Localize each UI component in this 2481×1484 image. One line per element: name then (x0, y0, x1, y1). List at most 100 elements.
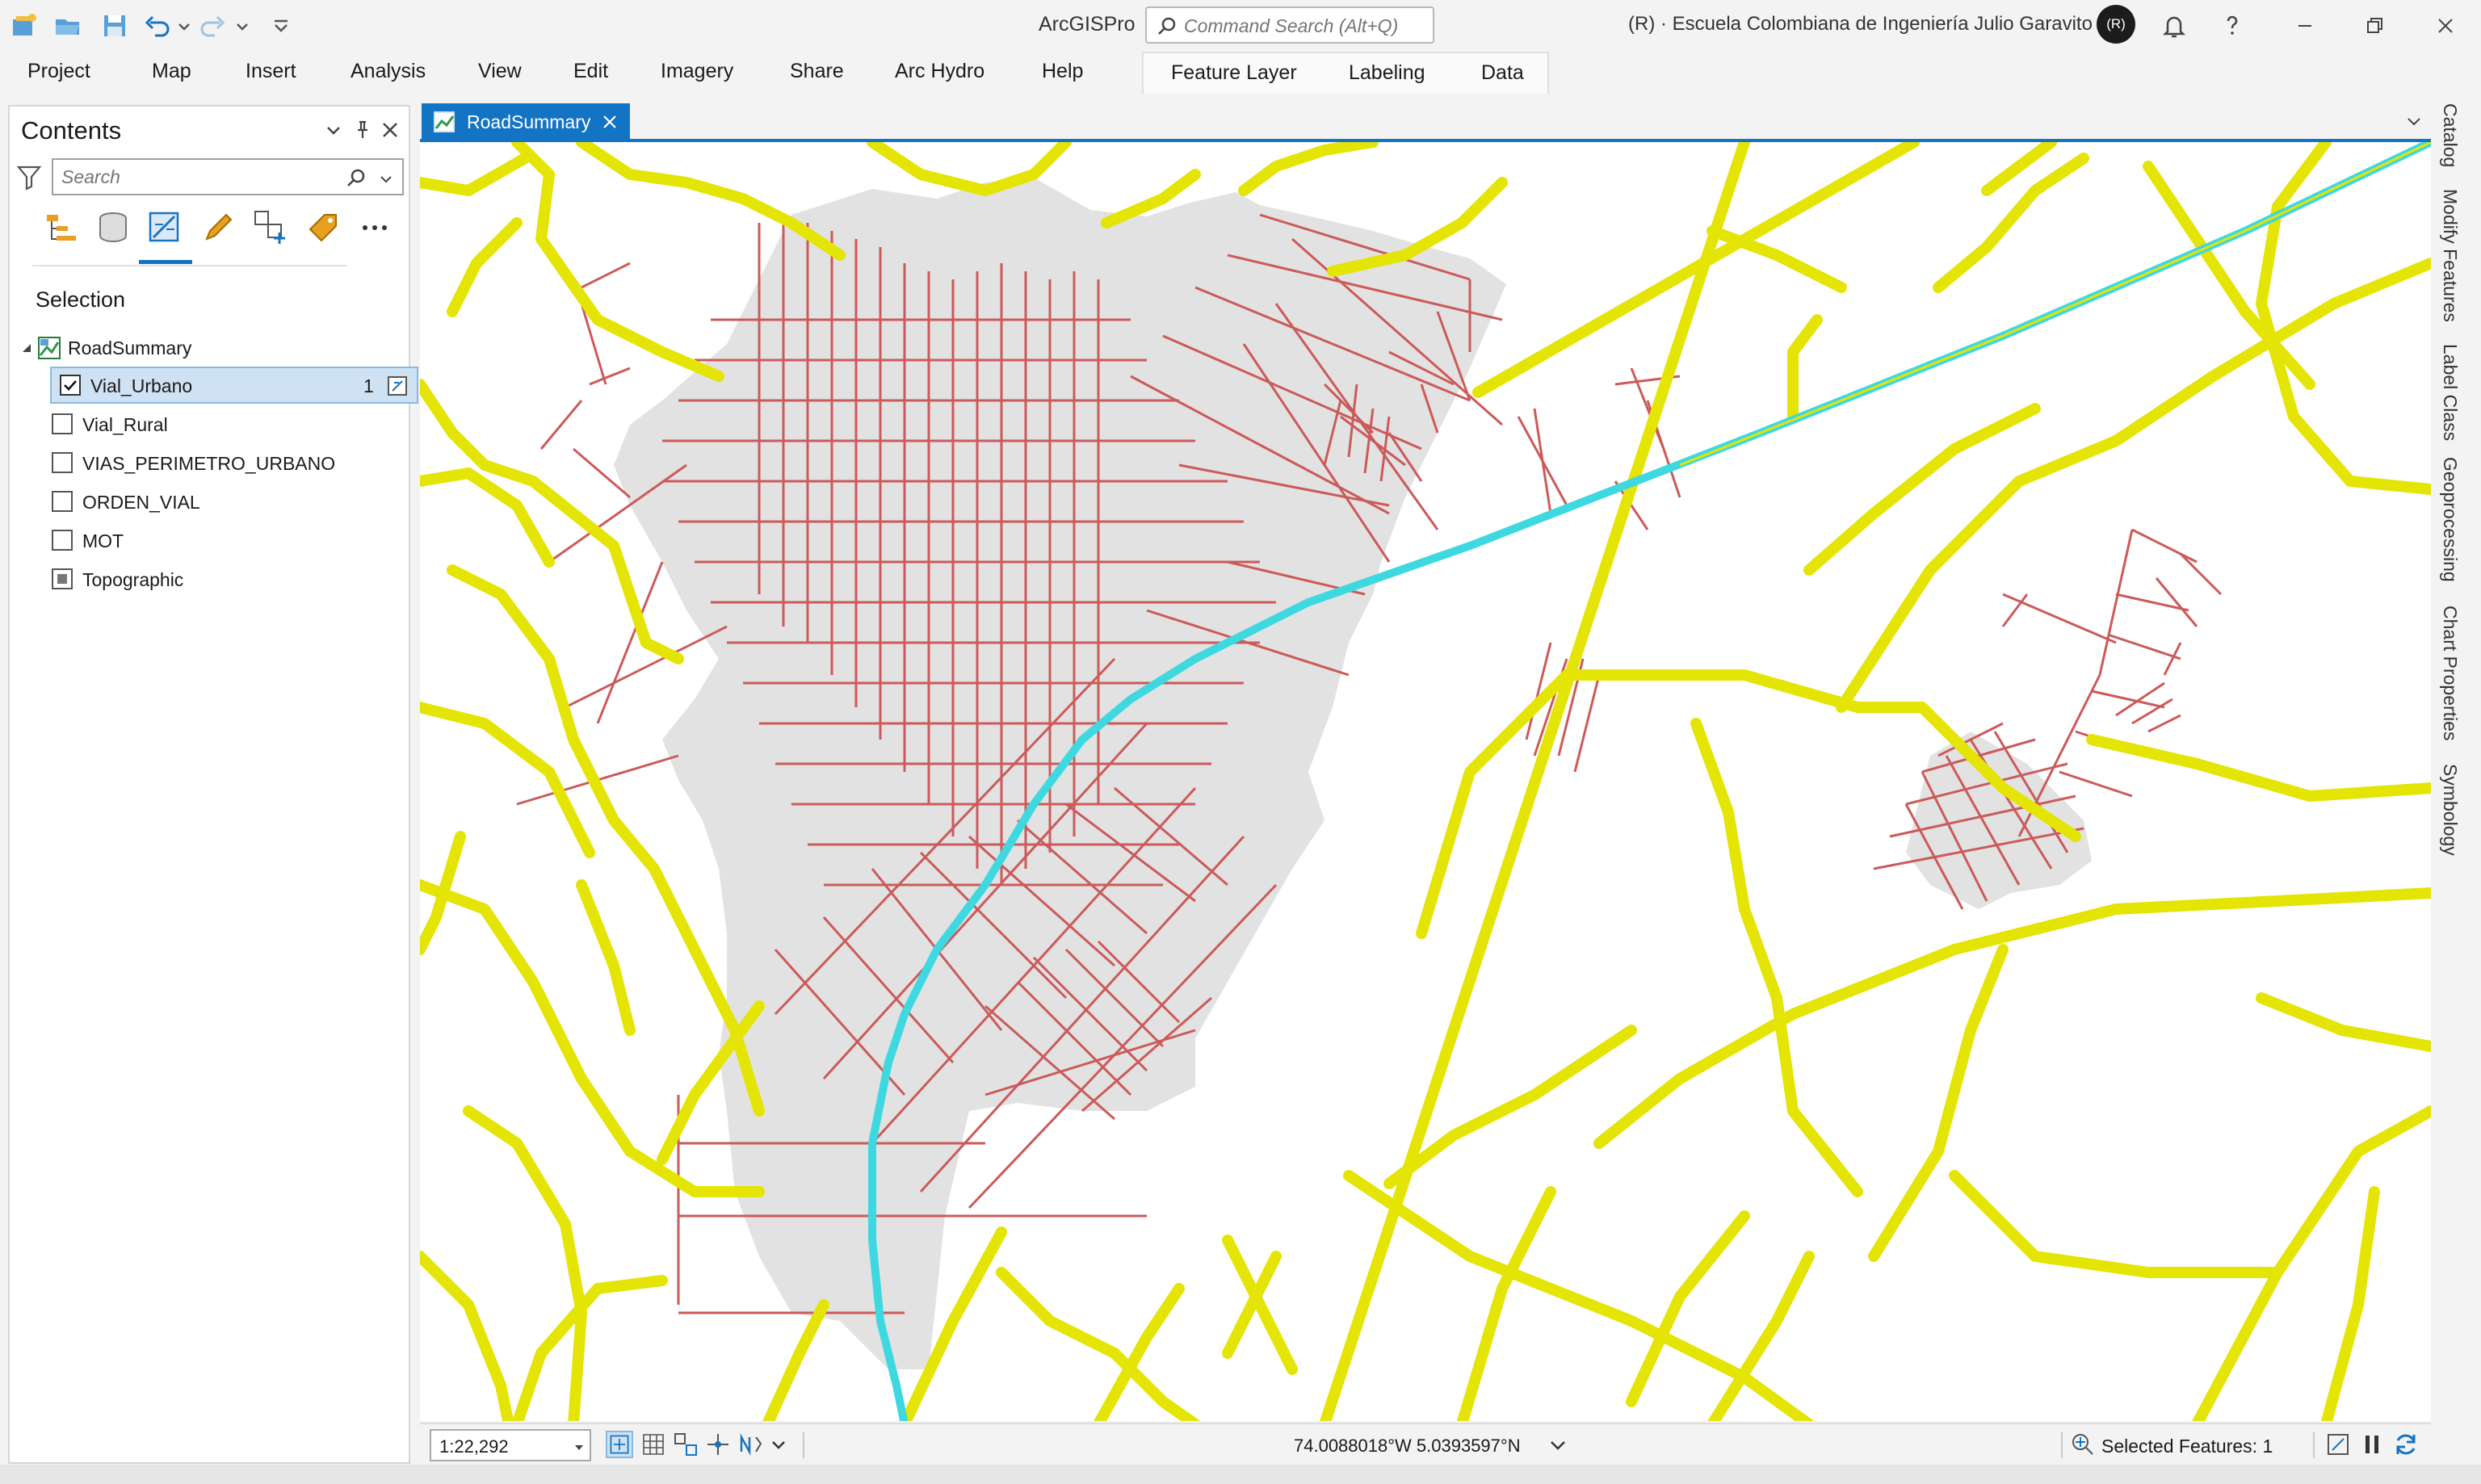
redo-icon[interactable] (199, 11, 228, 40)
map-icon (38, 337, 61, 359)
tab-share[interactable]: Share (790, 60, 844, 83)
map-name: RoadSummary (68, 337, 192, 358)
layer-checkbox[interactable] (52, 413, 73, 434)
tab-analysis[interactable]: Analysis (351, 60, 426, 83)
tree-row-map[interactable]: RoadSummary (10, 329, 409, 367)
command-search[interactable] (1145, 6, 1434, 44)
layer-checkbox[interactable] (52, 491, 73, 512)
tab-roadsummary[interactable]: RoadSummary (422, 103, 630, 140)
avatar[interactable]: (R) (2097, 5, 2135, 44)
chevron-down-icon[interactable] (769, 1431, 788, 1458)
list-by-editing-icon[interactable] (199, 208, 237, 247)
tab-edit[interactable]: Edit (573, 60, 608, 83)
pin-icon[interactable] (351, 118, 375, 142)
coordinate-format-dropdown-icon[interactable] (1547, 1431, 1568, 1458)
chevron-down-icon[interactable] (378, 171, 394, 187)
layer-checkbox[interactable] (52, 530, 73, 551)
tab-data[interactable]: Data (1481, 61, 1524, 85)
layer-row-vial-urbano[interactable]: Vial_Urbano 1 (50, 367, 418, 404)
tab-list-icon[interactable] (2405, 113, 2423, 131)
map-view-tabs: RoadSummary (418, 100, 2429, 140)
open-project-icon[interactable] (53, 11, 82, 40)
show-selected-table-icon[interactable] (386, 375, 409, 397)
search-icon[interactable] (346, 168, 367, 189)
more-options-icon[interactable] (355, 208, 394, 247)
layer-checkbox[interactable] (52, 452, 73, 473)
tab-view[interactable]: View (478, 60, 522, 83)
north-arrow-icon[interactable] (737, 1431, 764, 1458)
contents-search-box[interactable] (52, 158, 404, 195)
layer-checkbox[interactable] (60, 375, 81, 396)
basemap-checkbox[interactable] (52, 568, 73, 589)
map-canvas[interactable] (420, 142, 2431, 1421)
expand-icon[interactable] (19, 341, 34, 355)
tab-project[interactable]: Project (27, 60, 90, 83)
dock-tab-chart-properties[interactable]: Chart Properties (2439, 606, 2461, 740)
layer-row-mot[interactable]: MOT (10, 522, 409, 559)
partial-check-indicator (57, 574, 67, 584)
tab-map[interactable]: Map (152, 60, 191, 83)
refresh-icon[interactable] (2392, 1431, 2420, 1458)
map-status-bar: 1:22,292 74.0088018°W 5.0393597°N Select… (420, 1423, 2431, 1465)
window-bottom-edge (0, 1465, 2481, 1484)
fixed-zoom-icon[interactable] (606, 1431, 633, 1458)
app-title: ArcGISPro (1039, 13, 1136, 36)
tab-imagery[interactable]: Imagery (661, 60, 733, 83)
divider (803, 1432, 804, 1458)
command-search-input[interactable] (1184, 13, 1426, 39)
dock-tab-label-class[interactable]: Label Class (2439, 344, 2461, 441)
layer-row-vial-rural[interactable]: Vial_Rural (10, 405, 409, 442)
help-icon[interactable] (2216, 10, 2248, 42)
dock-tab-modify-features[interactable]: Modify Features (2439, 189, 2461, 322)
layer-row-orden-vial[interactable]: ORDEN_VIAL (10, 483, 409, 520)
feature-layer-contextual-group: Feature Layer Labeling Data (1142, 52, 1549, 94)
tab-arc-hydro[interactable]: Arc Hydro (895, 60, 984, 83)
selection-count: 1 (363, 375, 374, 396)
grid-icon[interactable] (640, 1431, 667, 1458)
filter-icon[interactable] (16, 163, 42, 192)
active-view-indicator (139, 260, 192, 264)
layer-name: Vial_Urbano (90, 375, 193, 396)
new-project-icon[interactable] (10, 11, 39, 40)
notifications-icon[interactable] (2158, 10, 2190, 42)
dock-tab-symbology[interactable]: Symbology (2439, 764, 2461, 856)
list-by-snapping-icon[interactable] (252, 208, 291, 247)
constraints-icon[interactable] (704, 1431, 732, 1458)
tab-insert[interactable]: Insert (246, 60, 296, 83)
tab-feature-layer[interactable]: Feature Layer (1171, 61, 1297, 85)
layer-row-topographic[interactable]: Topographic (10, 560, 409, 597)
pane-options-icon[interactable] (321, 118, 346, 142)
save-project-icon[interactable] (100, 11, 129, 40)
list-by-labeling-icon[interactable] (304, 208, 342, 247)
layer-name: Vial_Rural (82, 414, 168, 435)
customize-toolbar-icon[interactable] (270, 11, 292, 40)
snapping-icon[interactable] (672, 1431, 699, 1458)
list-by-drawing-order-icon[interactable] (42, 208, 81, 247)
divider (2313, 1432, 2315, 1458)
dock-tab-geoprocessing[interactable]: Geoprocessing (2439, 457, 2461, 582)
list-by-selection-icon[interactable] (145, 208, 184, 247)
redo-dropdown-icon[interactable] (234, 11, 250, 40)
close-tab-icon[interactable] (601, 113, 619, 131)
scale-selector[interactable]: 1:22,292 (430, 1429, 591, 1461)
map-view[interactable] (420, 139, 2431, 1421)
tab-labeling[interactable]: Labeling (1349, 61, 1425, 85)
close-icon[interactable] (2429, 10, 2462, 42)
select-features-icon[interactable] (2069, 1431, 2097, 1458)
dock-tab-catalog[interactable]: Catalog (2439, 103, 2461, 167)
minimize-icon[interactable] (2289, 10, 2321, 42)
undo-icon[interactable] (142, 11, 171, 40)
scale-value: 1:22,292 (439, 1436, 509, 1457)
clear-selection-icon[interactable] (2324, 1431, 2352, 1458)
tab-help[interactable]: Help (1042, 60, 1083, 83)
chevron-down-icon[interactable] (573, 1442, 585, 1453)
list-by-data-source-icon[interactable] (94, 208, 132, 247)
lake-shape (1341, 756, 1413, 933)
layer-row-vias-perimetro-urbano[interactable]: VIAS_PERIMETRO_URBANO (10, 444, 409, 481)
selected-features-count[interactable]: Selected Features: 1 (2101, 1436, 2273, 1457)
contents-search-input[interactable] (61, 165, 336, 189)
pause-drawing-icon[interactable] (2358, 1431, 2386, 1458)
undo-dropdown-icon[interactable] (176, 11, 192, 40)
close-pane-icon[interactable] (378, 118, 402, 142)
restore-icon[interactable] (2358, 10, 2391, 42)
